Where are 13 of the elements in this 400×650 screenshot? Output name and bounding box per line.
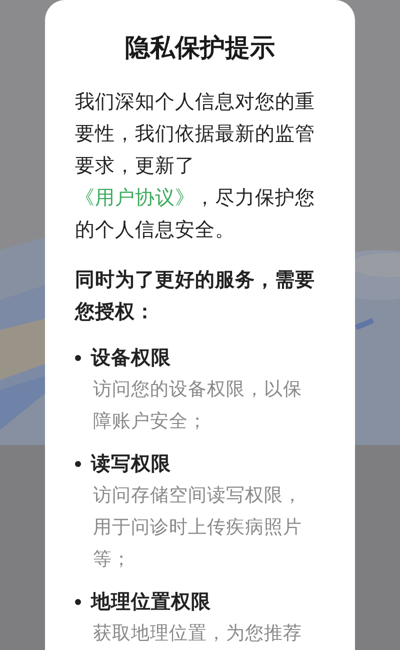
permission-name: 地理位置权限 [91,589,211,615]
bullet-icon [75,461,81,467]
permission-description: 获取地理位置，为您推荐 [93,622,303,646]
bullet-icon [75,599,81,605]
dialog-title: 隐私保护提示 [124,32,276,64]
bullet-icon [75,355,81,361]
permission-name: 读写权限 [91,451,171,477]
permission-description: 访问您的设备权限，以保障账户安全； [93,378,303,434]
intro-paragraph: 我们深知个人信息对您的重要性，我们依据最新的监管要求，更新了 《用户协议》，尽力保护您的个人信息安全。 [75,89,315,243]
permission-description: 访问存储空间读写权限，用于问诊时上传疾病照片等； [93,484,303,572]
permission-name: 设备权限 [91,345,171,371]
agreement-link[interactable]: 《用户协议》 [75,186,195,209]
permission-request-text: 同时为了更好的服务，需要您授权： [75,267,315,325]
